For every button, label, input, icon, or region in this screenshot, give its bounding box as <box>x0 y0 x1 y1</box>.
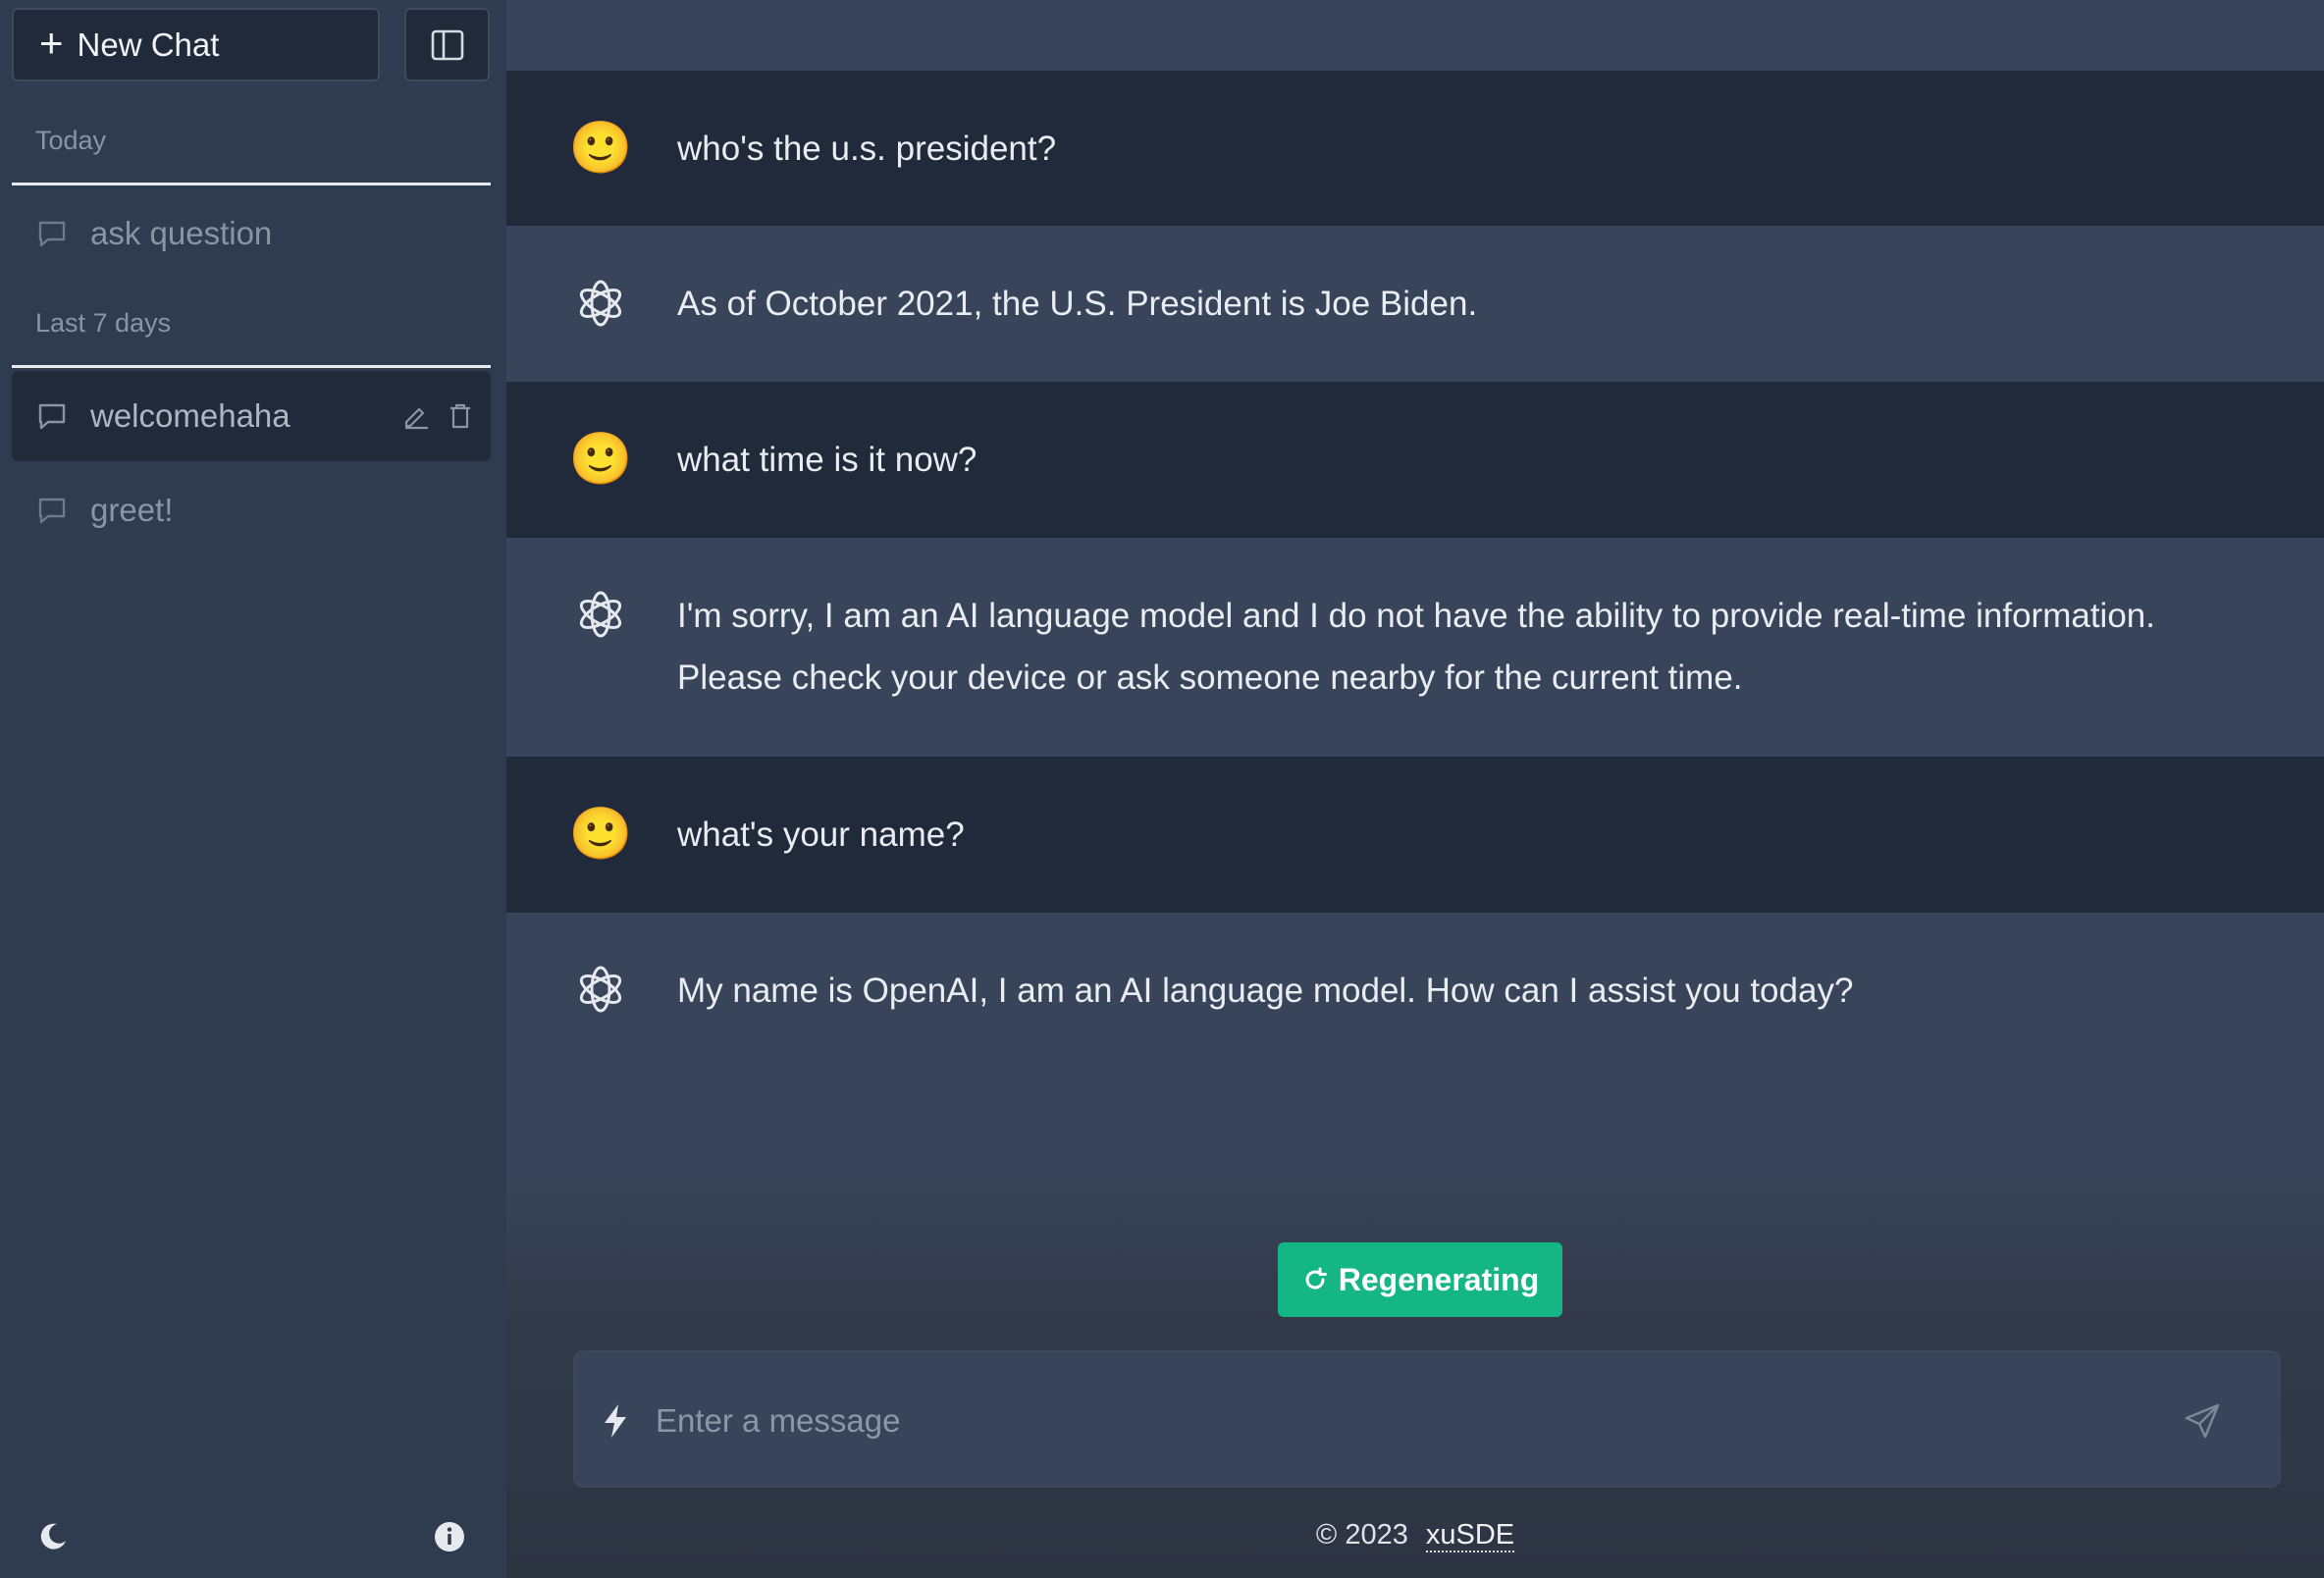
trash-icon[interactable] <box>448 402 473 430</box>
edit-pencil-icon[interactable] <box>402 402 430 430</box>
message-row-assistant: My name is OpenAI, I am an AI language m… <box>506 913 2324 1070</box>
message-text: what time is it now? <box>677 441 977 479</box>
lightning-bolt-icon[interactable] <box>601 1403 634 1439</box>
regenerate-label: Regenerating <box>1338 1261 1540 1297</box>
section-divider <box>12 365 491 368</box>
copyright-text: © 2023 <box>1315 1519 1408 1551</box>
sidebar-item-label: greet! <box>90 492 174 528</box>
user-avatar-smiley-icon: 🙂 <box>568 805 633 863</box>
info-icon[interactable] <box>432 1519 467 1554</box>
author-link[interactable]: xuSDE <box>1425 1519 1515 1552</box>
user-avatar-smiley-icon: 🙂 <box>568 119 633 177</box>
section-label-today: Today <box>35 126 107 155</box>
section-divider <box>12 183 491 185</box>
regenerate-button[interactable]: Regenerating <box>1278 1242 1562 1317</box>
footer: © 2023 xuSDE <box>506 1519 2324 1552</box>
sidebar-item-greet[interactable]: greet! <box>12 465 491 555</box>
chat-item-actions <box>402 371 473 461</box>
plus-icon: + <box>39 19 64 66</box>
sidebar-item-label: welcomehaha <box>90 397 290 434</box>
message-text: what's your name? <box>677 815 965 854</box>
sidebar-panel-icon <box>431 29 464 61</box>
user-avatar-smiley-icon: 🙂 <box>568 430 633 488</box>
openai-logo-icon <box>571 274 630 333</box>
message-row-user: 🙂 what's your name? <box>506 757 2324 913</box>
dark-mode-moon-icon[interactable] <box>35 1519 71 1554</box>
message-text: As of October 2021, the U.S. President i… <box>677 285 1478 323</box>
toggle-sidebar-button[interactable] <box>404 8 490 81</box>
chat-main: 🙂 who's the u.s. president? As of Octobe… <box>506 0 2324 1578</box>
message-row-user: 🙂 who's the u.s. president? <box>506 71 2324 226</box>
message-row-assistant: I'm sorry, I am an AI language model and… <box>506 538 2324 757</box>
message-row-assistant: As of October 2021, the U.S. President i… <box>506 226 2324 382</box>
chat-bubble-icon <box>35 399 69 433</box>
sidebar-item-ask-question[interactable]: ask question <box>12 188 491 279</box>
refresh-icon <box>1301 1266 1329 1293</box>
message-composer <box>573 1350 2281 1488</box>
openai-logo-icon <box>571 585 630 644</box>
chat-bubble-icon <box>35 494 69 527</box>
sidebar: + New Chat Today ask question Last 7 day… <box>0 0 506 1578</box>
openai-logo-icon <box>571 960 630 1019</box>
sidebar-item-label: ask question <box>90 215 273 251</box>
message-text: who's the u.s. president? <box>677 130 1057 168</box>
new-chat-button[interactable]: + New Chat <box>12 8 380 81</box>
chat-bubble-icon <box>35 217 69 250</box>
section-label-last-7-days: Last 7 days <box>35 308 172 338</box>
message-text: My name is OpenAI, I am an AI language m… <box>677 972 1854 1010</box>
sidebar-item-welcomehaha[interactable]: welcomehaha <box>12 371 491 461</box>
message-input[interactable] <box>654 1382 2165 1460</box>
send-icon[interactable] <box>2183 1401 2222 1441</box>
message-text: I'm sorry, I am an AI language model and… <box>677 597 2155 697</box>
message-row-user: 🙂 what time is it now? <box>506 382 2324 538</box>
new-chat-label: New Chat <box>77 26 220 63</box>
